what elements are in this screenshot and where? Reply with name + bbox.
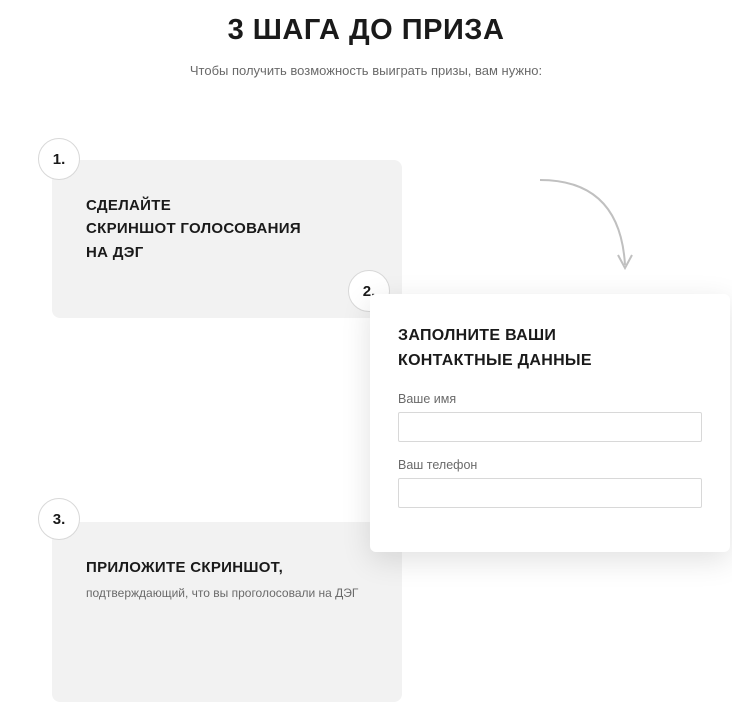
step-1-badge: 1. (38, 138, 80, 180)
arrow-icon (530, 170, 650, 295)
step-3-title: ПРИЛОЖИТЕ СКРИНШОТ, (86, 556, 372, 579)
step-1-title-line2: СКРИНШОТ ГОЛОСОВАНИЯ (86, 220, 301, 237)
step-1-title-line3: НА ДЭГ (86, 244, 144, 261)
page-title: 3 ШАГА ДО ПРИЗА (0, 14, 732, 47)
step-1-title-line1: СДЕЛАЙТЕ (86, 197, 171, 214)
step-1-title: СДЕЛАЙТЕ СКРИНШОТ ГОЛОСОВАНИЯ НА ДЭГ (86, 194, 372, 264)
step-1-number: 1. (53, 151, 66, 168)
phone-label: Ваш телефон (398, 458, 702, 472)
step-3-badge: 3. (38, 498, 80, 540)
page-subtitle: Чтобы получить возможность выиграть приз… (0, 63, 732, 78)
step-2-title-line2: КОНТАКТНЫЕ ДАННЫЕ (398, 352, 592, 369)
step-3-subtext: подтверждающий, что вы проголосовали на … (86, 585, 372, 602)
name-input[interactable] (398, 412, 702, 442)
step-2-title-line1: ЗАПОЛНИТЕ ВАШИ (398, 327, 556, 344)
phone-input[interactable] (398, 478, 702, 508)
steps-container: 1. СДЕЛАЙТЕ СКРИНШОТ ГОЛОСОВАНИЯ НА ДЭГ … (0, 98, 732, 638)
step-3-number: 3. (53, 511, 66, 528)
step-2-title: ЗАПОЛНИТЕ ВАШИ КОНТАКТНЫЕ ДАННЫЕ (398, 324, 702, 374)
step-2-form-panel: ЗАПОЛНИТЕ ВАШИ КОНТАКТНЫЕ ДАННЫЕ Ваше им… (370, 294, 730, 552)
step-3-card: ПРИЛОЖИТЕ СКРИНШОТ, подтверждающий, что … (52, 522, 402, 702)
name-label: Ваше имя (398, 392, 702, 406)
